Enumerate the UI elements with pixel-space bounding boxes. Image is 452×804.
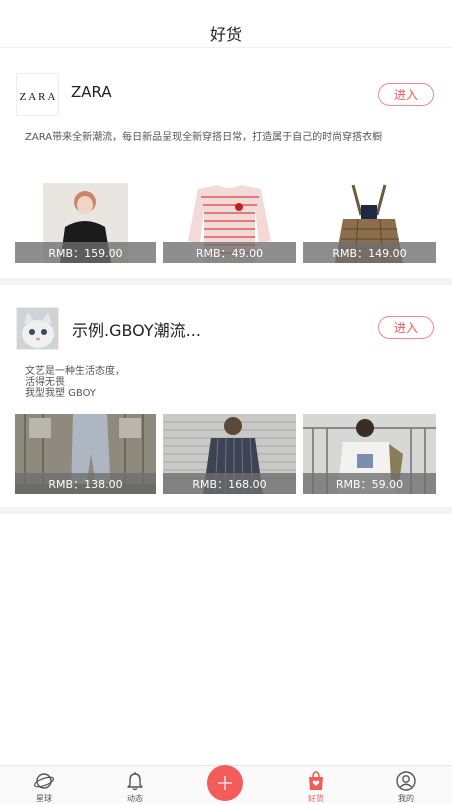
section-divider — [0, 278, 452, 285]
product-card[interactable]: RMB：168.00 — [163, 414, 296, 494]
product-card[interactable]: RMB：49.00 — [163, 183, 304, 263]
tab-planet[interactable]: 星球 — [14, 766, 74, 804]
product-card[interactable]: RMB：159.00 — [15, 183, 156, 263]
enter-store-button[interactable]: 进入 — [378, 316, 434, 339]
tab-label: 我的 — [398, 794, 414, 803]
cat-avatar-icon — [17, 308, 58, 349]
tab-label: 星球 — [36, 794, 52, 803]
tab-goods[interactable]: 好货 — [286, 766, 346, 804]
tab-label: 动态 — [127, 794, 143, 803]
store-card-gboy: 示例.GBOY潮流... 进入 文艺是一种生活态度， 活得无畏 我型我塑 GBO… — [0, 285, 452, 507]
store-description-line: 文艺是一种生活态度， — [25, 366, 125, 377]
product-price: RMB：59.00 — [303, 473, 436, 494]
product-price: RMB：49.00 — [163, 242, 296, 263]
enter-store-button[interactable]: 进入 — [378, 83, 434, 106]
zara-logo-icon: ZARA — [17, 74, 58, 115]
svg-text:ZARA: ZARA — [20, 91, 58, 103]
bell-icon — [127, 772, 143, 791]
tab-mine[interactable]: 我的 — [376, 766, 436, 804]
publish-button[interactable] — [207, 765, 243, 801]
tab-label: 好货 — [308, 794, 324, 803]
plus-icon — [218, 776, 232, 790]
product-price: RMB：159.00 — [15, 242, 156, 263]
store-card-zara: ZARA ZARA 进入 ZARA带来全新潮流，每日新品呈现全新穿搭日常，打造属… — [0, 48, 452, 278]
bag-icon — [309, 771, 323, 790]
planet-icon — [33, 773, 55, 789]
store-description-line: 活得无畏 — [25, 377, 65, 388]
brand-logo[interactable] — [16, 307, 59, 350]
store-description: ZARA带来全新潮流，每日新品呈现全新穿搭日常，打造属于自己的时尚穿搭衣橱 — [25, 132, 383, 143]
product-card[interactable]: RMB：138.00 — [15, 414, 156, 494]
page-title: 好货 — [209, 24, 242, 44]
user-icon — [396, 771, 416, 791]
top-bar: 好货 — [0, 0, 452, 48]
product-price: RMB：168.00 — [163, 473, 296, 494]
brand-logo[interactable]: ZARA — [16, 73, 59, 116]
store-name[interactable]: ZARA — [71, 83, 112, 101]
product-price: RMB：138.00 — [15, 473, 156, 494]
tab-feed[interactable]: 动态 — [105, 766, 165, 804]
product-card[interactable]: RMB：149.00 — [303, 183, 436, 263]
section-divider — [0, 507, 452, 514]
store-name[interactable]: 示例.GBOY潮流... — [72, 317, 201, 341]
store-description-line: 我型我塑 GBOY — [25, 388, 97, 399]
product-price: RMB：149.00 — [303, 242, 436, 263]
product-card[interactable]: RMB：59.00 — [303, 414, 436, 494]
